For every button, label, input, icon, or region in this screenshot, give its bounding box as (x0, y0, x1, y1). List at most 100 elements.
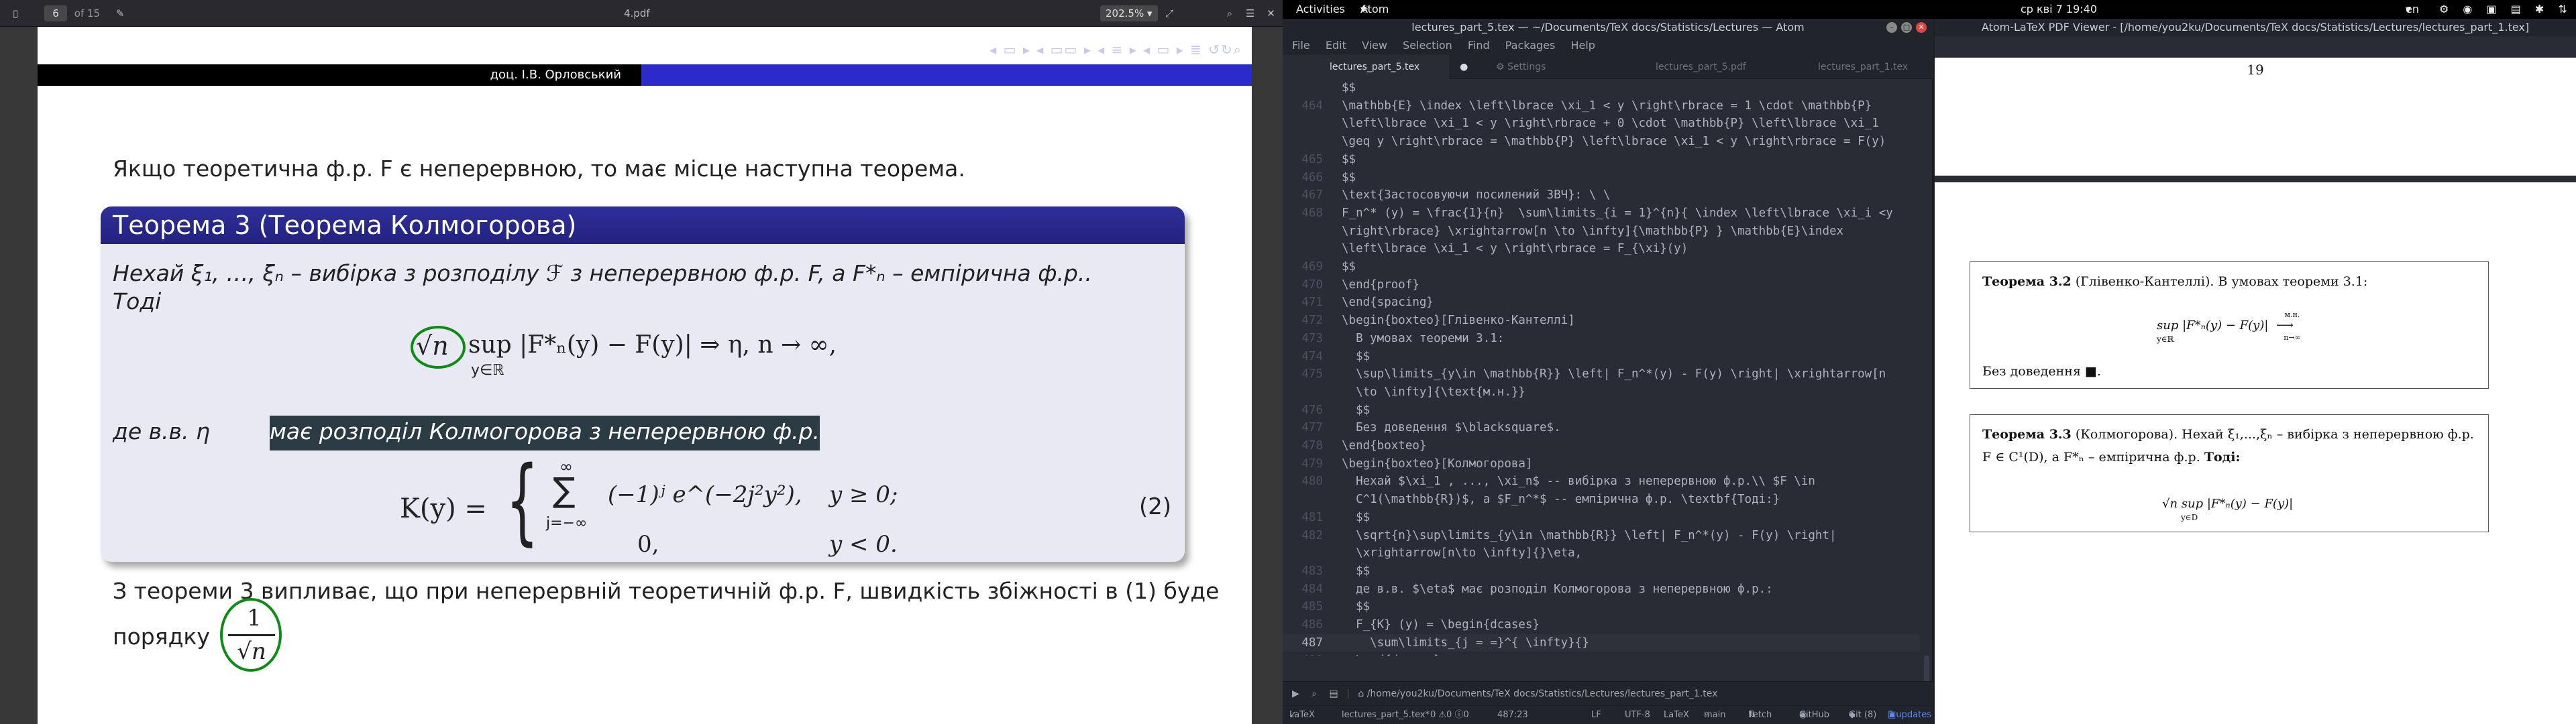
menu-help[interactable]: Help (1570, 39, 1595, 52)
menu-selection[interactable]: Selection (1403, 39, 1452, 52)
code-line[interactable]: \left\lbrace \xi_1 < y \right\rbrace = F… (1283, 240, 1920, 258)
code-line[interactable]: 479 \begin{boxteo}[Колмогорова] (1283, 455, 1920, 473)
code-text[interactable]: $$ (1342, 562, 1370, 581)
code-text[interactable]: C^1(\mathbb{R})$, а $F_n^*$ -- емпірична… (1342, 491, 1780, 509)
code-line[interactable]: 476 $$ (1283, 402, 1920, 420)
code-line[interactable]: 466 $$ (1283, 169, 1920, 187)
tab-lectures-part-5-pdf[interactable]: lectures_part_5.pdf (1609, 55, 1771, 79)
code-text[interactable]: \left\lbrace \xi_1 < y \right\rbrace = F… (1342, 240, 1688, 258)
code-line[interactable]: 487 \sum\limits_{j = =}^{ \infty}{} (1283, 634, 1920, 652)
code-line[interactable]: 464 \mathbb{E} \index \left\lbrace \xi_1 … (1283, 97, 1920, 115)
code-line[interactable]: 469 $$ (1283, 258, 1920, 276)
play-icon[interactable]: ▶ (1292, 688, 1302, 699)
page-number-input[interactable]: 6 (44, 5, 67, 21)
code-line[interactable]: \to \infty]{\text{м.н.}} (1283, 383, 1920, 402)
code-text[interactable]: \sup\limits_{y\in \mathbb{R}} \left| F_n… (1342, 365, 1886, 383)
status-line-ending[interactable]: LF (1591, 706, 1601, 724)
code-line[interactable]: \right\rbrace} \xrightarrow[n \to \infty… (1283, 223, 1920, 241)
close-icon[interactable]: ✕ (1916, 22, 1927, 33)
code-text[interactable]: $$ (1342, 509, 1370, 527)
code-text[interactable]: \to \infty]{\text{м.н.}} (1342, 383, 1525, 402)
code-text[interactable]: $$ (1342, 151, 1356, 169)
menu-file[interactable]: File (1292, 39, 1310, 52)
code-text[interactable]: \end{boxteo} (1342, 437, 1426, 455)
status-grammar[interactable]: LaTeX (1664, 706, 1689, 724)
code-text[interactable]: $$ (1342, 598, 1370, 616)
code-line[interactable]: 474 $$ (1283, 348, 1920, 366)
code-line[interactable]: 467 \text{Застосовуючи посилений ЗВЧ}: \ … (1283, 186, 1920, 204)
activities-button[interactable]: Activities (1296, 0, 1345, 19)
code-line[interactable]: 465 $$ (1283, 151, 1920, 169)
maximize-icon[interactable]: □ (1901, 22, 1912, 33)
code-line[interactable]: 473 В умовах теореми 3.1: (1283, 330, 1920, 348)
minimize-icon[interactable]: – (1886, 22, 1897, 33)
code-text[interactable]: В умовах теореми 3.1: (1342, 330, 1504, 348)
code-line[interactable]: 471 \end{spacing} (1283, 294, 1920, 312)
code-line[interactable]: \geq y \right\rbrace = \mathbb{P} \left\… (1283, 133, 1920, 151)
search-icon[interactable]: ⌕ (1311, 688, 1320, 699)
code-text[interactable]: $$ (1342, 402, 1370, 420)
code-line[interactable]: C^1(\mathbb{R})$, а $F_n^*$ -- емпірична… (1283, 491, 1920, 509)
code-line[interactable]: 486 F_{K} (y) = \begin{dcases} (1283, 616, 1920, 634)
code-text[interactable]: \end{dcases} (1342, 652, 1440, 656)
code-line[interactable]: 488 \end{dcases} (1283, 652, 1920, 656)
code-line[interactable]: 484 де в.в. $\eta$ має розподіл Колмогор… (1283, 581, 1920, 599)
code-line[interactable]: 468 F_n^* (y) = \frac{1}{n} \sum\limits_{… (1283, 204, 1920, 223)
code-text[interactable]: де в.в. $\eta$ має розподіл Колмогорова … (1342, 581, 1773, 599)
code-line[interactable]: \left\lbrace \xi_1 < y \right\rbrace + 0… (1283, 115, 1920, 133)
code-line[interactable]: 470 \end{proof} (1283, 276, 1920, 294)
code-text[interactable]: $$ (1342, 258, 1356, 276)
menu-icon[interactable]: ☰ (1242, 5, 1259, 21)
code-line[interactable]: 485 $$ (1283, 598, 1920, 616)
tab-settings[interactable]: ⚙ Settings (1449, 55, 1609, 79)
code-line[interactable]: 475 \sup\limits_{y\in \mathbb{R}} \left|… (1283, 365, 1920, 383)
menu-find[interactable]: Find (1468, 39, 1490, 52)
code-editor[interactable]: $$ 464 \mathbb{E} \index \left\lbrace \xi_… (1283, 79, 1920, 656)
menu-view[interactable]: View (1362, 39, 1387, 52)
code-text[interactable]: \geq y \right\rbrace = \mathbb{P} \left\… (1342, 133, 1886, 151)
zoom-select[interactable]: 202.5% ▾ (1100, 5, 1158, 21)
search-icon[interactable]: ⌕ (1221, 5, 1238, 21)
code-line[interactable]: 481 $$ (1283, 509, 1920, 527)
code-line[interactable]: 483 $$ (1283, 562, 1920, 581)
status-cursor-position[interactable]: 487:23 (1497, 706, 1528, 724)
file-icon[interactable]: ▤ (1330, 688, 1342, 699)
code-line[interactable]: 472 \begin{boxteo}[Глівенко-Кантеллі] (1283, 312, 1920, 330)
code-text[interactable]: $$ (1342, 79, 1356, 97)
code-text[interactable]: F_{K} (y) = \begin{dcases} (1342, 616, 1540, 634)
code-line[interactable]: 477 Без доведення $\blacksquare$. (1283, 419, 1920, 437)
code-text[interactable]: \sqrt{n}\sup\limits_{y\in \mathbb{R}} \l… (1342, 527, 1836, 545)
code-text[interactable]: \sum\limits_{j = =}^{ \infty}{} (1342, 634, 1589, 652)
code-text[interactable]: \end{proof} (1342, 276, 1419, 294)
menu-packages[interactable]: Packages (1505, 39, 1556, 52)
fit-width-icon[interactable]: ⤢ (1161, 5, 1178, 21)
code-line[interactable]: 482 \sqrt{n}\sup\limits_{y\in \mathbb{R}… (1283, 527, 1920, 545)
status-diagnostics[interactable]: 0 ⚠0 ⓘ0 (1430, 706, 1469, 724)
tab-lectures-part-1-tex[interactable]: lectures_part_1.tex (1771, 55, 1933, 79)
beamer-navigation-icons[interactable]: ◂ ▭ ▸ ◂ ▭▭ ▸ ◂ ≡ ▸ ◂ ▭ ▸ ≣ ↺↻⌕ (989, 42, 1242, 58)
tab-lectures-part-5-tex[interactable]: lectures_part_5.tex ● (1283, 55, 1468, 79)
code-text[interactable]: Нехай $\xi_1 , ..., \xi_n$ -- вибірка з … (1342, 473, 1815, 491)
code-line[interactable]: 480 Нехай $\xi_1 , ..., \xi_n$ -- вибірк… (1283, 473, 1920, 491)
status-file-name[interactable]: lectures_part_5.tex* (1342, 706, 1430, 724)
status-encoding[interactable]: UTF-8 (1625, 706, 1650, 724)
code-text[interactable]: \left\lbrace \xi_1 < y \right\rbrace + 0… (1342, 115, 1879, 133)
code-text[interactable]: \begin{boxteo}[Колмогорова] (1342, 455, 1532, 473)
code-text[interactable]: \end{spacing} (1342, 294, 1434, 312)
code-text[interactable]: F_n^* (y) = \frac{1}{n} \sum\limits_{i =… (1342, 204, 1893, 223)
code-line[interactable]: \xrightarrow[n\to \infty]{}\eta, (1283, 544, 1920, 562)
code-text[interactable]: \right\rbrace} \xrightarrow[n \to \infty… (1342, 223, 1843, 241)
clock[interactable]: ср кві 7 19:40 (2021, 0, 2097, 19)
code-text[interactable]: \begin{boxteo}[Глівенко-Кантеллі] (1342, 312, 1575, 330)
code-text[interactable]: Без доведення $\blacksquare$. (1342, 419, 1561, 437)
code-text[interactable]: $$ (1342, 169, 1356, 187)
menu-edit[interactable]: Edit (1326, 39, 1346, 52)
sidebar-toggle-icon[interactable]: ▯ (7, 5, 24, 21)
code-text[interactable]: \xrightarrow[n\to \infty]{}\eta, (1342, 544, 1582, 562)
code-line[interactable]: $$ (1283, 79, 1920, 97)
code-text[interactable]: \text{Застосовуючи посилений ЗВЧ}: \ \ (1342, 186, 1610, 204)
code-text[interactable]: $$ (1342, 348, 1370, 366)
close-icon[interactable]: ✕ (1263, 5, 1280, 21)
annotate-pen-icon[interactable]: ✎ (111, 5, 129, 21)
code-line[interactable]: 478 \end{boxteo} (1283, 437, 1920, 455)
